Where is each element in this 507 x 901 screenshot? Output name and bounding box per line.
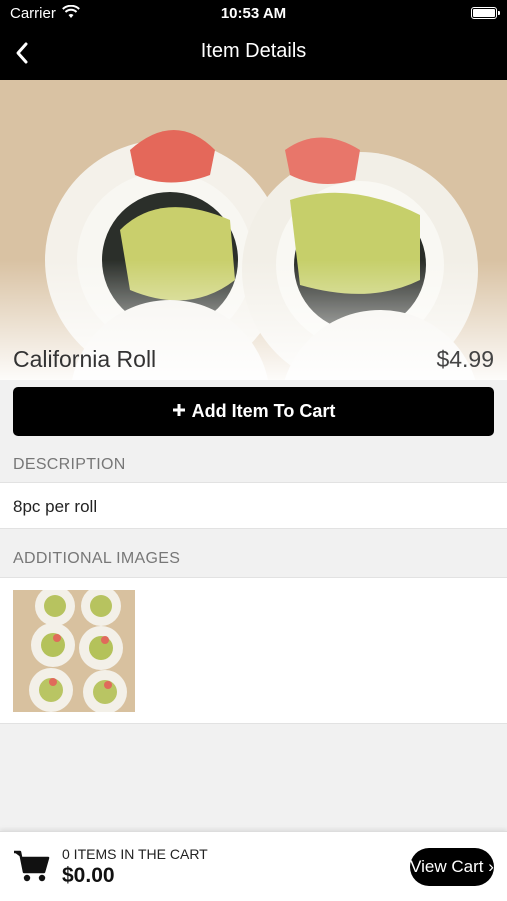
- cart-icon: [12, 848, 52, 884]
- item-hero-image: [0, 80, 507, 380]
- add-item-to-cart-button[interactable]: Add Item To Cart: [13, 387, 494, 436]
- clock: 10:53 AM: [220, 5, 287, 22]
- description-header: DESCRIPTION: [13, 456, 126, 473]
- top-bar: Carrier 10:53 AM Item Details: [0, 0, 507, 80]
- additional-images-row: [0, 577, 507, 724]
- additional-images-header: ADDITIONAL IMAGES: [13, 550, 181, 567]
- cart-bar: 0 ITEMS IN THE CART $0.00 View Cart ›: [0, 831, 507, 901]
- view-cart-button[interactable]: View Cart ›: [410, 848, 494, 886]
- status-bar: Carrier 10:53 AM: [0, 0, 507, 28]
- battery-icon: [471, 7, 500, 19]
- plus-icon: [172, 400, 186, 423]
- add-item-to-cart-label: Add Item To Cart: [191, 401, 336, 421]
- cart-total: $0.00: [62, 864, 115, 887]
- description-text: 8pc per roll: [13, 497, 98, 516]
- page-title: Item Details: [200, 40, 307, 62]
- item-name: California Roll: [13, 346, 157, 372]
- item-price: $4.99: [436, 346, 494, 372]
- additional-image-thumbnail[interactable]: [13, 590, 135, 712]
- cart-item-count: 0 ITEMS IN THE CART: [62, 846, 208, 862]
- description-row: 8pc per roll: [0, 482, 507, 529]
